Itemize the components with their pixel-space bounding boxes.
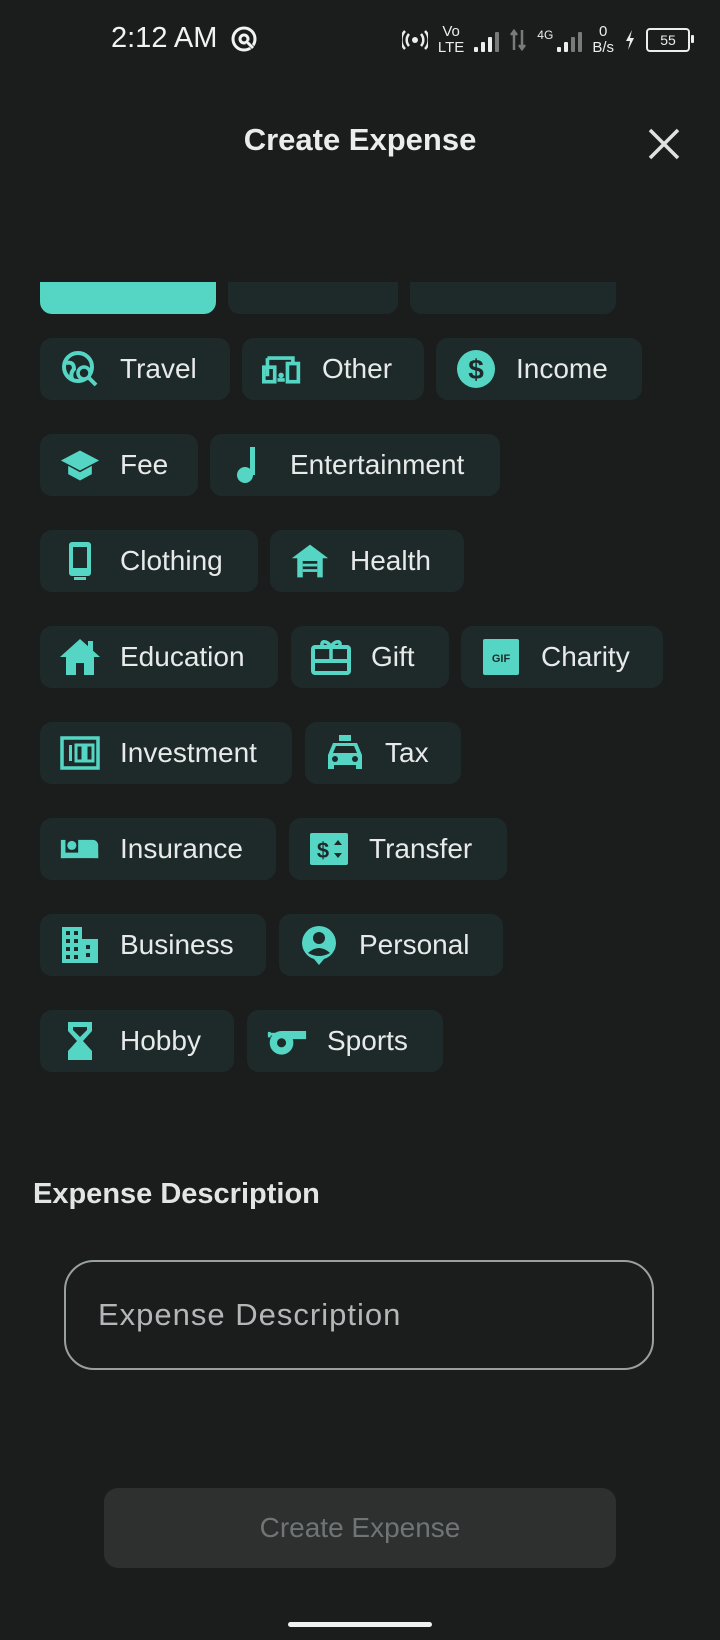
category-label: Sports — [327, 1025, 408, 1056]
apartment-icon — [60, 925, 100, 965]
signal-strength-icon-2 — [557, 28, 583, 52]
hotel-bed-icon — [60, 829, 100, 869]
expense-description-input[interactable] — [64, 1260, 654, 1370]
category-chip-clothing[interactable]: Clothing — [40, 530, 258, 592]
page-title: Create Expense — [243, 122, 477, 157]
music-note-icon — [230, 445, 270, 485]
category-label: Transfer — [369, 833, 473, 864]
category-chip-transfer[interactable]: $ Transfer — [289, 818, 507, 880]
home-indicator[interactable] — [288, 1622, 432, 1627]
volte-indicator: Vo LTE — [437, 23, 465, 56]
category-label: Clothing — [120, 545, 223, 576]
category-label: Personal — [359, 929, 470, 960]
category-chip-income[interactable]: $ Income — [436, 338, 642, 400]
network-type: 4G — [537, 28, 554, 42]
category-chip-business[interactable]: Business — [40, 914, 266, 976]
phone-icon — [60, 541, 100, 581]
category-chip-tax[interactable]: Tax — [305, 722, 461, 784]
app-notification-icon — [231, 26, 257, 52]
svg-text:$: $ — [317, 838, 329, 863]
category-chip-partial[interactable] — [228, 282, 398, 314]
category-chip-travel[interactable]: Travel — [40, 338, 230, 400]
category-chip-investment[interactable]: Investment — [40, 722, 292, 784]
hourglass-icon — [60, 1021, 100, 1061]
category-label: Other — [322, 353, 393, 384]
status-icons: Vo LTE 4G 0 B/s 55 — [401, 18, 694, 62]
battery-icon: 55 — [646, 28, 694, 52]
charging-icon — [626, 30, 634, 50]
category-label: Fee — [120, 449, 169, 480]
category-chip-hobby[interactable]: Hobby — [40, 1010, 234, 1072]
data-arrows-icon — [510, 28, 527, 52]
category-label: Hobby — [120, 1025, 201, 1056]
battery-level: 55 — [660, 32, 676, 48]
category-label: Travel — [120, 353, 197, 384]
category-chip-insurance[interactable]: Insurance — [40, 818, 276, 880]
category-label: Gift — [371, 641, 415, 672]
network-speed: 0 B/s — [592, 23, 614, 56]
category-label: Education — [120, 641, 245, 672]
counter-100-icon — [60, 733, 100, 773]
category-chip-selected[interactable] — [40, 282, 216, 314]
category-chip-personal[interactable]: Personal — [279, 914, 503, 976]
price-change-icon: $ — [309, 829, 349, 869]
category-chip-health[interactable]: Health — [270, 530, 464, 592]
category-chip-fee[interactable]: Fee — [40, 434, 198, 496]
category-label: Business — [120, 929, 234, 960]
close-icon[interactable] — [644, 124, 684, 164]
status-bar: 2:12 AM Vo LTE 4G 0 B/s 55 — [0, 0, 720, 80]
status-time: 2:12 AM — [111, 22, 218, 54]
graduation-cap-icon — [60, 445, 100, 485]
category-chip-grid: Travel Other $ Income Fee Entertainment … — [0, 282, 720, 1092]
devices-icon — [262, 349, 302, 389]
gift-card-icon — [311, 637, 351, 677]
house-siding-icon — [290, 541, 330, 581]
category-chip-entertainment[interactable]: Entertainment — [210, 434, 500, 496]
whistle-icon — [267, 1021, 307, 1061]
category-chip-education[interactable]: Education — [40, 626, 278, 688]
category-label: Insurance — [120, 833, 243, 864]
person-pin-icon — [299, 925, 339, 965]
svg-text:$: $ — [468, 354, 484, 385]
category-chip-other[interactable]: Other — [242, 338, 424, 400]
create-expense-button[interactable]: Create Expense — [104, 1488, 616, 1568]
gif-icon: GIF — [481, 637, 521, 677]
category-label: Charity — [541, 641, 630, 672]
category-chip-sports[interactable]: Sports — [247, 1010, 443, 1072]
taxi-icon — [325, 733, 365, 773]
home-icon — [60, 637, 100, 677]
dollar-circle-icon: $ — [456, 349, 496, 389]
category-label: Entertainment — [290, 449, 465, 480]
category-label: Investment — [120, 737, 257, 768]
category-chip-gift[interactable]: Gift — [291, 626, 449, 688]
category-chip-partial[interactable] — [410, 282, 616, 314]
expense-description-label: Expense Description — [33, 1178, 320, 1210]
travel-explore-icon — [60, 349, 100, 389]
svg-text:GIF: GIF — [492, 653, 511, 665]
category-chip-charity[interactable]: GIF Charity — [461, 626, 663, 688]
hotspot-icon — [401, 30, 428, 50]
category-label: Health — [350, 545, 431, 576]
signal-strength-icon — [474, 28, 500, 52]
category-label: Income — [516, 353, 608, 384]
category-label: Tax — [385, 737, 429, 768]
